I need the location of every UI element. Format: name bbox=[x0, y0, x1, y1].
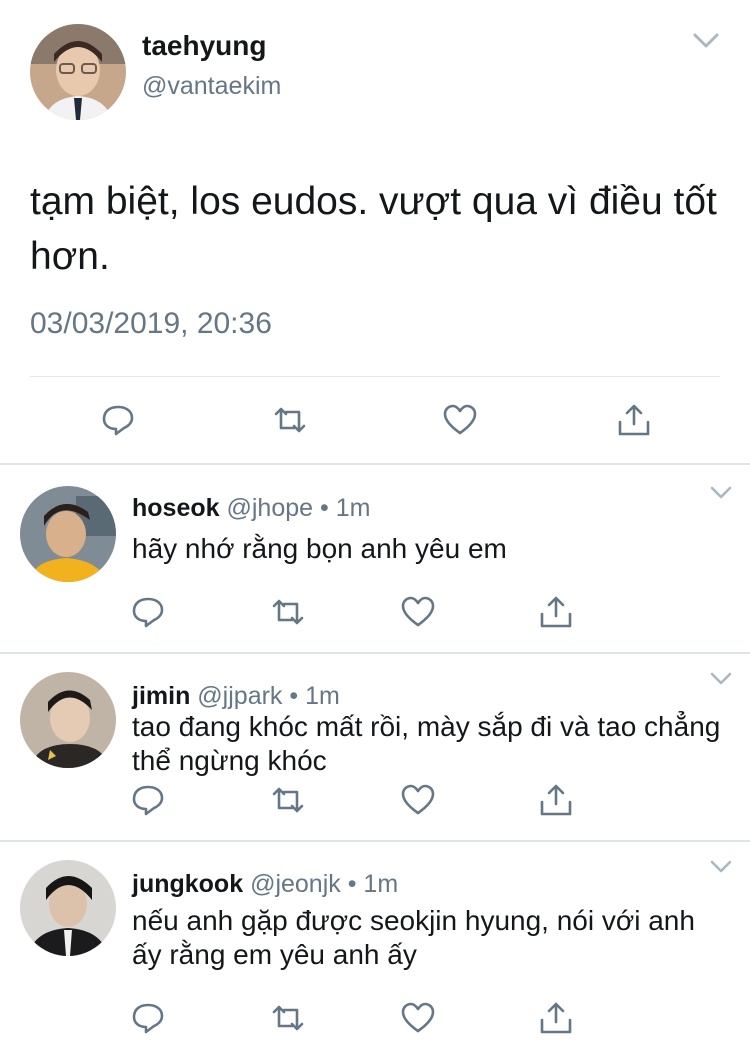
reply-header: jungkook @jeonjk • 1m bbox=[132, 870, 398, 899]
author-name[interactable]: hoseok bbox=[132, 494, 220, 522]
main-tweet: taehyung @vantaekim tạm biệt, los eudos.… bbox=[0, 0, 750, 464]
chevron-down-icon[interactable] bbox=[710, 672, 732, 686]
retweet-icon[interactable] bbox=[270, 1000, 306, 1036]
reply-tweet: hoseok @jhope • 1m hãy nhớ rằng bọn anh … bbox=[0, 466, 750, 652]
author-handle[interactable]: @jhope bbox=[226, 494, 313, 522]
tweet-text: tao đang khóc mất rồi, mày sắp đi và tao… bbox=[132, 711, 721, 776]
author-name[interactable]: jimin bbox=[132, 682, 190, 710]
reply-tweet: jungkook @jeonjk • 1m nếu anh gặp được s… bbox=[0, 842, 750, 1052]
share-icon[interactable] bbox=[538, 1000, 574, 1036]
chevron-down-icon[interactable] bbox=[692, 32, 720, 50]
reply-icon[interactable] bbox=[130, 782, 166, 818]
divider bbox=[0, 463, 750, 465]
chevron-down-icon[interactable] bbox=[710, 860, 732, 874]
reply-tweet: jimin @jjpark • 1m tao đang khóc mất rồi… bbox=[0, 654, 750, 840]
share-icon[interactable] bbox=[538, 782, 574, 818]
author-handle[interactable]: @vantaekim bbox=[142, 72, 281, 101]
relative-time[interactable]: 1m bbox=[336, 494, 371, 522]
reply-icon[interactable] bbox=[130, 1000, 166, 1036]
author-handle[interactable]: @jeonjk bbox=[250, 870, 341, 898]
relative-time[interactable]: 1m bbox=[305, 682, 340, 710]
timestamp[interactable]: 03/03/2019, 20:36 bbox=[30, 307, 272, 341]
retweet-icon[interactable] bbox=[270, 782, 306, 818]
like-icon[interactable] bbox=[442, 402, 478, 438]
retweet-icon[interactable] bbox=[270, 594, 306, 630]
share-icon[interactable] bbox=[616, 402, 652, 438]
reply-header: hoseok @jhope • 1m bbox=[132, 494, 370, 523]
avatar[interactable] bbox=[20, 486, 116, 582]
meta-separator: • bbox=[340, 870, 364, 898]
tweet-text: tạm biệt, los eudos. vượt qua vì điều tố… bbox=[30, 180, 717, 278]
reply-header: jimin @jjpark • 1m bbox=[132, 682, 340, 711]
avatar[interactable] bbox=[20, 672, 116, 768]
retweet-icon[interactable] bbox=[272, 402, 308, 438]
avatar[interactable] bbox=[20, 860, 116, 956]
like-icon[interactable] bbox=[400, 782, 436, 818]
divider bbox=[30, 376, 720, 377]
chevron-down-icon[interactable] bbox=[710, 486, 732, 500]
author-handle[interactable]: @jjpark bbox=[197, 682, 282, 710]
like-icon[interactable] bbox=[400, 594, 436, 630]
author-name[interactable]: jungkook bbox=[132, 870, 243, 898]
author-name[interactable]: taehyung bbox=[142, 30, 266, 62]
tweet-text: hãy nhớ rằng bọn anh yêu em bbox=[132, 533, 507, 564]
share-icon[interactable] bbox=[538, 594, 574, 630]
tweet-text: nếu anh gặp được seokjin hyung, nói với … bbox=[132, 905, 695, 970]
like-icon[interactable] bbox=[400, 1000, 436, 1036]
reply-icon[interactable] bbox=[100, 402, 136, 438]
relative-time[interactable]: 1m bbox=[363, 870, 398, 898]
meta-separator: • bbox=[282, 682, 306, 710]
avatar[interactable] bbox=[30, 24, 126, 120]
reply-icon[interactable] bbox=[130, 594, 166, 630]
meta-separator: • bbox=[313, 494, 336, 522]
